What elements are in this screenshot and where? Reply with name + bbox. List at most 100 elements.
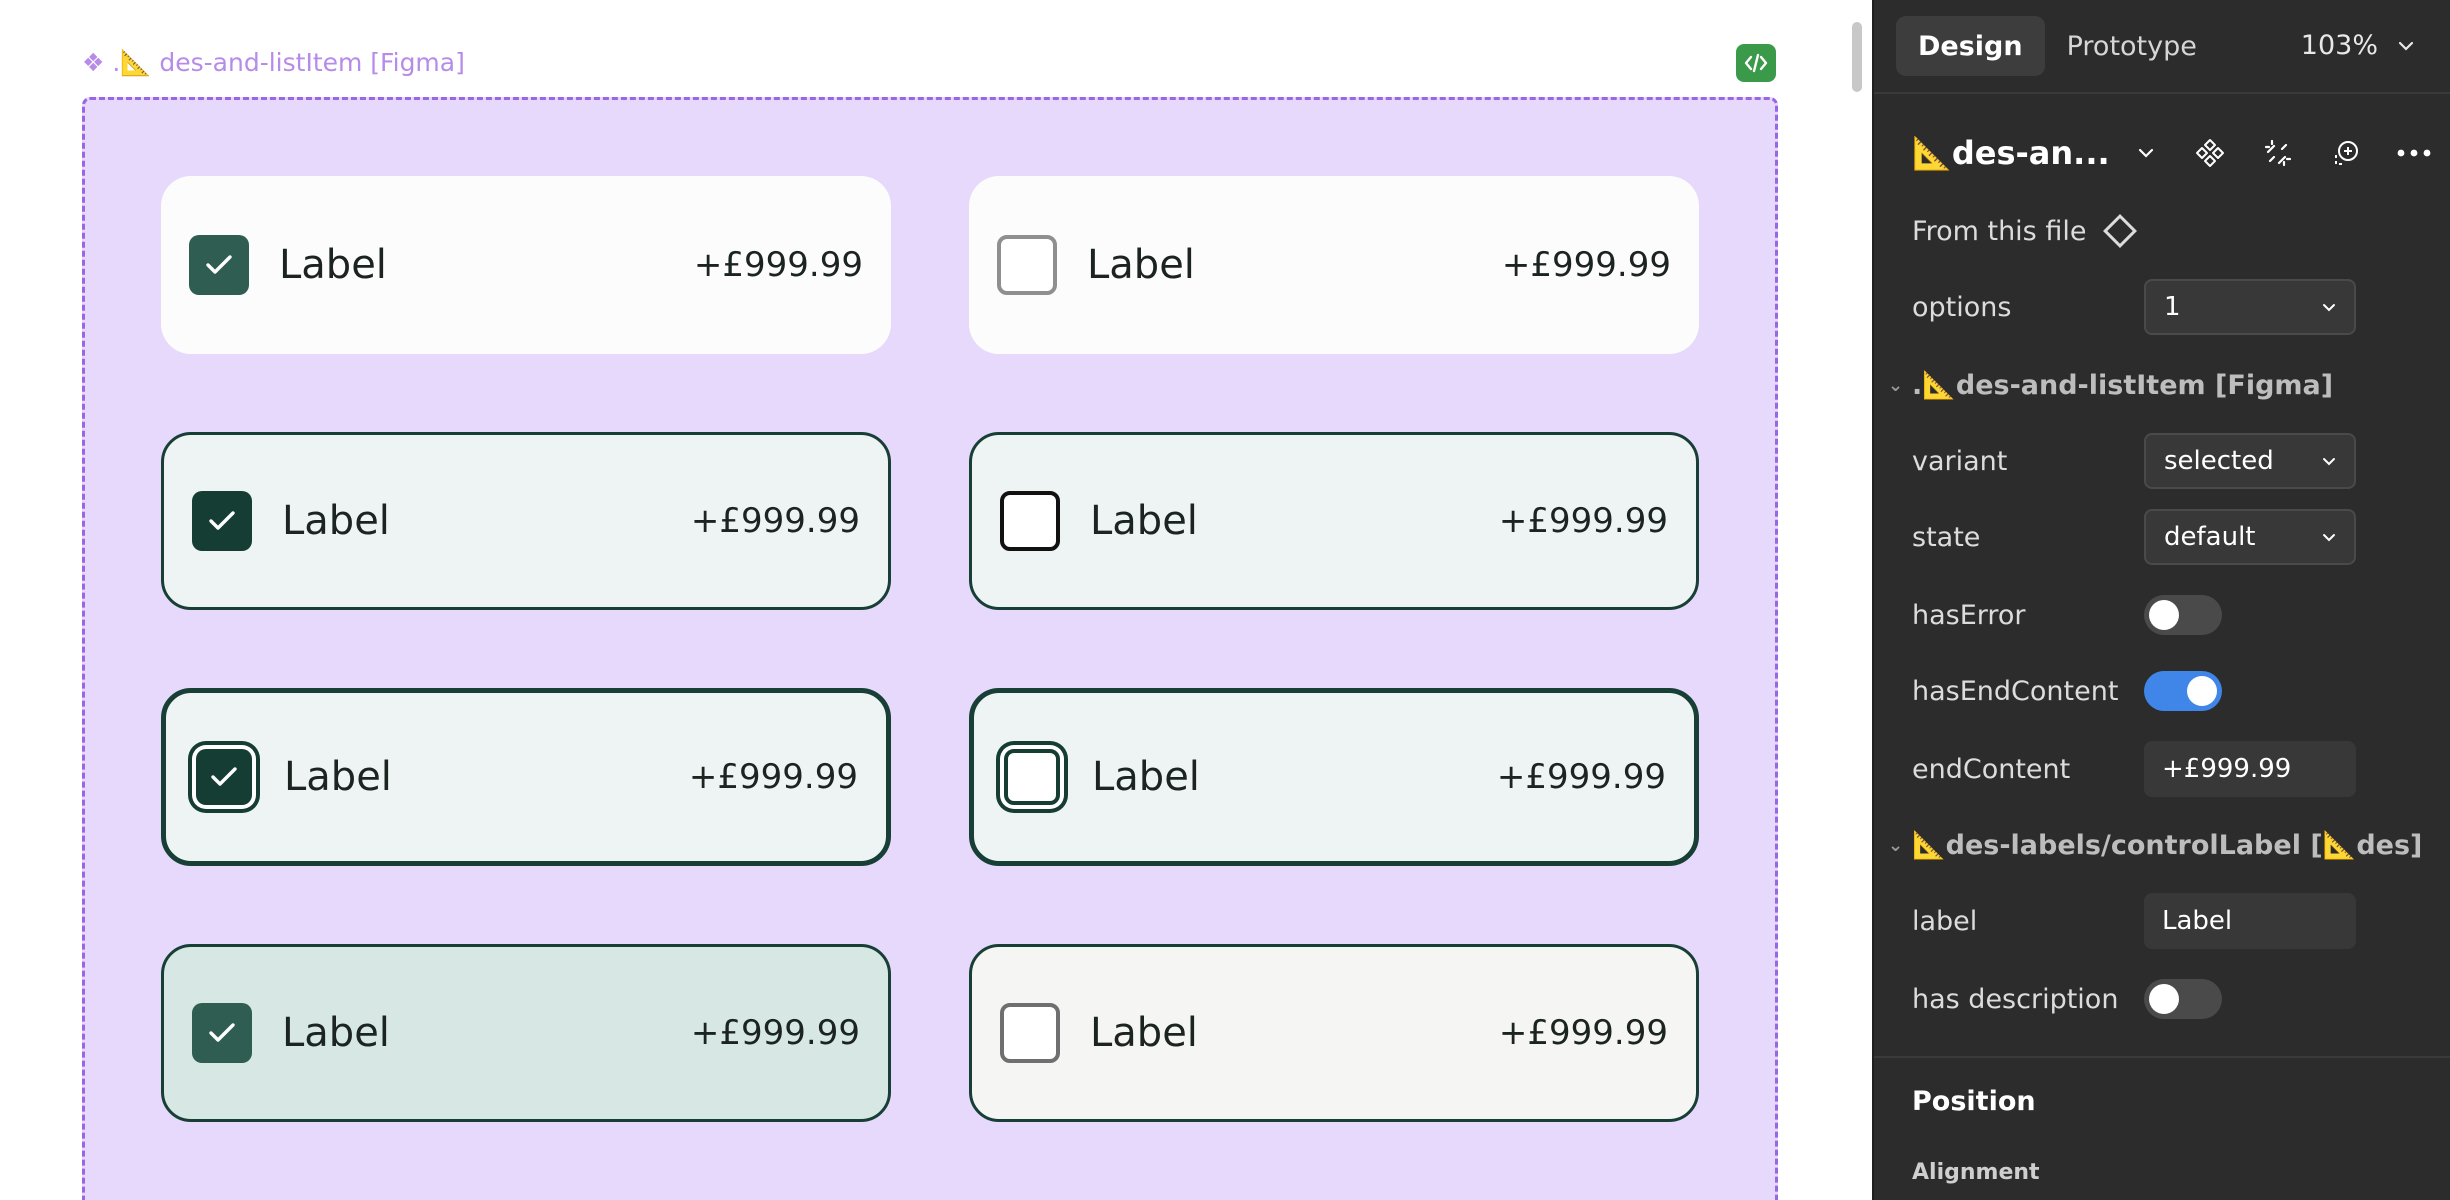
checkbox-unchecked[interactable] xyxy=(1000,1003,1060,1063)
item-amount: +£999.99 xyxy=(690,501,860,541)
prop-has-error: hasError xyxy=(1912,586,2432,644)
section-list-item[interactable]: ⌄ .📐des-and-listItem [Figma] xyxy=(1888,360,2428,410)
panel-tabs: Design Prototype xyxy=(1896,16,2219,76)
prop-label: variant xyxy=(1912,445,2008,477)
state-select[interactable]: default xyxy=(2144,509,2356,565)
list-item[interactable]: Label +£999.99 xyxy=(969,944,1699,1122)
list-item[interactable]: Label +£999.99 xyxy=(969,688,1699,866)
section-control-label[interactable]: ⌄ 📐des-labels/controlLabel [📐des] xyxy=(1888,820,2428,870)
options-select[interactable]: 1 xyxy=(2144,279,2356,335)
list-item[interactable]: Label +£999.99 xyxy=(161,944,891,1122)
check-icon xyxy=(209,1023,235,1042)
checkbox-unchecked[interactable] xyxy=(997,235,1057,295)
item-label: Label xyxy=(1090,1010,1198,1056)
prop-label: hasError xyxy=(1912,599,2026,631)
prop-label: hasEndContent xyxy=(1912,675,2119,707)
item-label: Label xyxy=(1090,498,1198,544)
checkbox-checked[interactable] xyxy=(192,1003,252,1063)
check-icon xyxy=(211,767,237,786)
list-item[interactable]: Label +£999.99 xyxy=(161,688,891,866)
prop-label: has description xyxy=(1912,983,2119,1015)
figma-canvas[interactable]: ❖ .📐 des-and-listItem [Figma] Label +£99… xyxy=(0,0,1872,1200)
prop-end-content: endContent +£999.99 xyxy=(1912,740,2432,798)
checkbox-checked[interactable] xyxy=(192,491,252,551)
select-value: selected xyxy=(2164,446,2274,476)
divider xyxy=(1874,92,2450,94)
collapse-chevron-icon: ⌄ xyxy=(1888,834,1904,856)
checkbox-checked[interactable] xyxy=(189,235,249,295)
prop-label: state xyxy=(1912,521,1981,553)
item-amount: +£999.99 xyxy=(690,1013,860,1053)
alignment-title: Alignment xyxy=(1912,1160,2040,1185)
component-set-frame[interactable]: Label +£999.99 Label +£999.99 Label +£99… xyxy=(82,97,1778,1200)
item-amount: +£999.99 xyxy=(693,245,863,285)
divider xyxy=(1874,1056,2450,1058)
position-section-title: Position xyxy=(1912,1086,2036,1117)
prop-has-end-content: hasEndContent xyxy=(1912,662,2432,720)
component-instance-icon[interactable] xyxy=(2192,135,2228,171)
item-amount: +£999.99 xyxy=(1498,1013,1668,1053)
more-options-icon[interactable] xyxy=(2396,135,2432,171)
has-error-toggle[interactable] xyxy=(2144,595,2222,635)
item-amount: +£999.99 xyxy=(1501,245,1671,285)
item-label: Label xyxy=(279,242,387,288)
frame-title-text: ❖ .📐 des-and-listItem [Figma] xyxy=(82,48,465,77)
from-file-row: From this file xyxy=(1912,202,2432,260)
item-label: Label xyxy=(284,754,392,800)
item-label: Label xyxy=(282,498,390,544)
frame-title[interactable]: ❖ .📐 des-and-listItem [Figma] xyxy=(82,46,465,80)
label-field[interactable]: Label xyxy=(2144,893,2356,949)
end-content-field[interactable]: +£999.99 xyxy=(2144,741,2356,797)
prop-variant: variant selected xyxy=(1912,432,2432,490)
item-amount: +£999.99 xyxy=(1496,757,1666,797)
chevron-down-icon xyxy=(2323,303,2335,311)
detach-instance-icon[interactable] xyxy=(2260,135,2296,171)
list-item[interactable]: Label +£999.99 xyxy=(969,176,1699,354)
list-item[interactable]: Label +£999.99 xyxy=(161,176,891,354)
chevron-down-icon xyxy=(2138,148,2153,158)
go-to-main-component-icon[interactable] xyxy=(2103,214,2138,248)
section-title: .📐des-and-listItem [Figma] xyxy=(1912,370,2334,401)
item-label: Label xyxy=(1087,242,1195,288)
checkbox-checked[interactable] xyxy=(196,749,252,805)
item-label: Label xyxy=(282,1010,390,1056)
swap-instance-icon[interactable] xyxy=(2328,135,2364,171)
select-value: default xyxy=(2164,522,2256,552)
code-icon[interactable] xyxy=(1736,44,1776,82)
list-item[interactable]: Label +£999.99 xyxy=(969,432,1699,610)
component-name[interactable]: 📐des-an... xyxy=(1912,134,2154,172)
check-icon xyxy=(209,511,235,530)
zoom-level: 103% xyxy=(2300,30,2378,61)
prop-state: state default xyxy=(1912,508,2432,566)
chevron-down-icon xyxy=(2323,457,2335,465)
prop-label: label Label xyxy=(1912,892,2432,950)
variant-select[interactable]: selected xyxy=(2144,433,2356,489)
check-icon xyxy=(206,255,232,274)
prop-label: options xyxy=(1912,291,2012,323)
zoom-control[interactable]: 103% xyxy=(2301,30,2414,61)
checkbox-unchecked[interactable] xyxy=(1000,491,1060,551)
prop-label: endContent xyxy=(1912,753,2071,785)
prop-label: label xyxy=(1912,905,1978,937)
from-file-label: From this file xyxy=(1912,215,2087,247)
prop-has-description: has description xyxy=(1912,970,2432,1028)
properties-panel: Design Prototype 103% 📐des-an... From th… xyxy=(1872,0,2450,1200)
chevron-down-icon xyxy=(2398,41,2414,51)
vertical-scrollbar[interactable] xyxy=(1852,22,1862,92)
component-header: 📐des-an... xyxy=(1912,128,2432,178)
section-title: 📐des-labels/controlLabel [📐des] xyxy=(1912,830,2423,861)
tab-design[interactable]: Design xyxy=(1896,16,2045,76)
prop-options: options 1 xyxy=(1912,278,2432,336)
has-end-content-toggle[interactable] xyxy=(2144,671,2222,711)
checkbox-unchecked[interactable] xyxy=(1004,749,1060,805)
has-description-toggle[interactable] xyxy=(2144,979,2222,1019)
tab-prototype[interactable]: Prototype xyxy=(2045,16,2219,76)
collapse-chevron-icon: ⌄ xyxy=(1888,374,1904,396)
list-item[interactable]: Label +£999.99 xyxy=(161,432,891,610)
item-amount: +£999.99 xyxy=(1498,501,1668,541)
item-amount: +£999.99 xyxy=(688,757,858,797)
chevron-down-icon xyxy=(2323,533,2335,541)
component-name-text: 📐des-an... xyxy=(1912,134,2110,172)
component-actions xyxy=(2192,135,2432,171)
item-label: Label xyxy=(1092,754,1200,800)
